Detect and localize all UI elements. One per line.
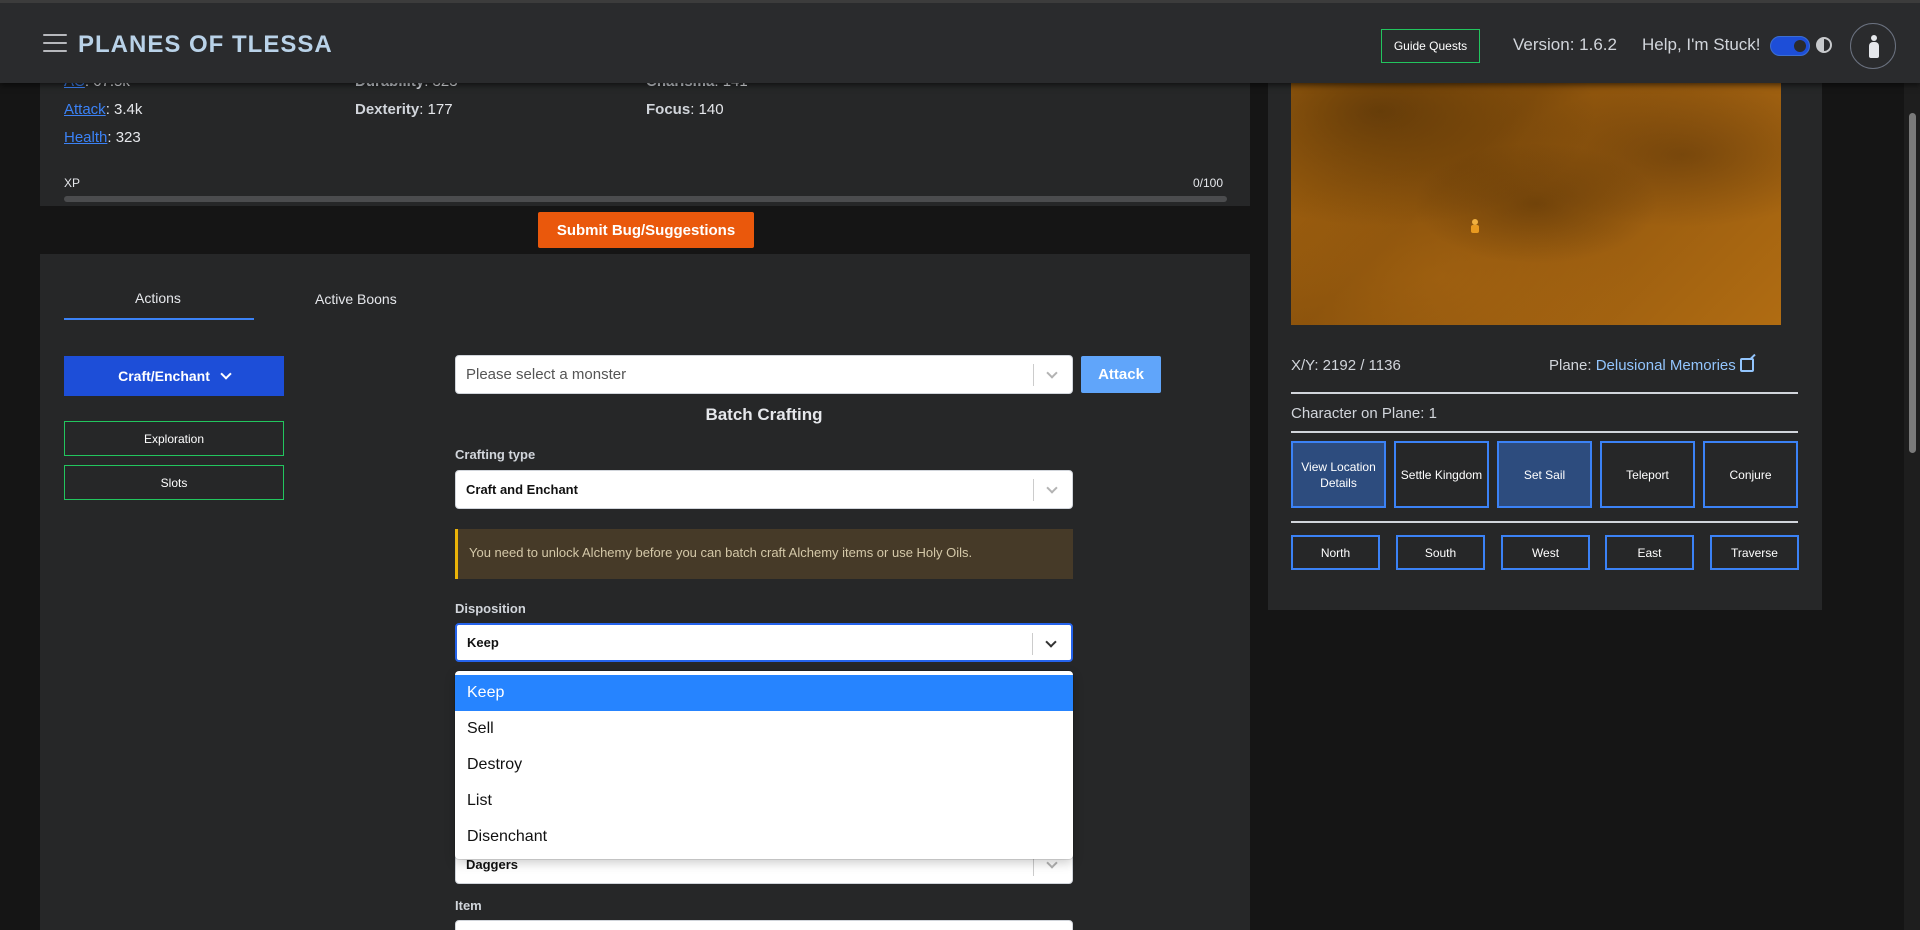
item-label: Item <box>455 898 482 913</box>
attack-link[interactable]: Attack <box>64 101 106 118</box>
west-button[interactable]: West <box>1501 535 1590 570</box>
item-select[interactable] <box>455 920 1073 930</box>
dark-mode-toggle[interactable] <box>1770 36 1810 56</box>
chevron-down-icon <box>1045 636 1057 648</box>
xp-progress-bar <box>64 196 1227 202</box>
conjure-button[interactable]: Conjure <box>1703 441 1798 508</box>
person-icon <box>1871 35 1877 41</box>
brand-title[interactable]: PLANES OF TLESSA <box>78 31 333 59</box>
plane-name-link[interactable]: Delusional Memories <box>1596 357 1736 374</box>
stat-attack: Attack: 3.4k <box>64 101 142 118</box>
select-separator <box>1032 633 1033 655</box>
east-button[interactable]: East <box>1605 535 1694 570</box>
top-navbar: PLANES OF TLESSA Guide Quests Version: 1… <box>0 0 1920 83</box>
south-button[interactable]: South <box>1396 535 1485 570</box>
menu-icon[interactable] <box>43 34 67 52</box>
disposition-option-destroy[interactable]: Destroy <box>455 747 1073 783</box>
attack-button[interactable]: Attack <box>1081 356 1161 393</box>
submit-bug-button[interactable]: Submit Bug/Suggestions <box>538 212 754 248</box>
monster-select[interactable]: Please select a monster <box>455 355 1073 394</box>
toggle-knob <box>1794 40 1806 52</box>
health-value: : 323 <box>107 129 141 146</box>
exploration-button[interactable]: Exploration <box>64 421 284 456</box>
divider <box>1291 521 1798 523</box>
divider <box>1291 392 1798 394</box>
crafting-type-value: Craft and Enchant <box>466 482 578 497</box>
disposition-option-list[interactable]: List <box>455 783 1073 819</box>
user-avatar-button[interactable] <box>1850 23 1896 69</box>
person-icon-body <box>1869 42 1879 58</box>
north-button[interactable]: North <box>1291 535 1380 570</box>
tab-actions[interactable]: Actions <box>135 290 181 306</box>
character-marker-icon <box>1471 219 1479 233</box>
stat-focus: Focus: 140 <box>646 101 724 118</box>
teleport-button[interactable]: Teleport <box>1600 441 1695 508</box>
chevron-down-icon <box>220 368 232 380</box>
health-link[interactable]: Health <box>64 129 107 146</box>
guide-quests-button[interactable]: Guide Quests <box>1381 29 1480 63</box>
slots-button[interactable]: Slots <box>64 465 284 500</box>
map-coordinates: X/Y: 2192 / 1136 <box>1291 357 1401 374</box>
crafting-type-label: Crafting type <box>455 447 536 462</box>
game-map[interactable] <box>1291 82 1781 325</box>
xp-label: XP <box>64 176 81 190</box>
view-location-details-button[interactable]: View Location Details <box>1291 441 1386 508</box>
external-link-icon[interactable] <box>1739 358 1754 372</box>
item-type-value: Daggers <box>466 857 519 872</box>
scrollbar-thumb[interactable] <box>1909 113 1916 453</box>
disposition-option-keep[interactable]: Keep <box>455 675 1073 711</box>
page-scrollbar[interactable] <box>1904 83 1920 930</box>
version-link[interactable]: Version: 1.6.2 <box>1513 35 1617 55</box>
monster-select-placeholder: Please select a monster <box>466 366 627 383</box>
attack-value: : 3.4k <box>105 101 143 118</box>
help-stuck-link[interactable]: Help, I'm Stuck! <box>1642 35 1761 55</box>
stat-health: Health: 323 <box>64 129 141 146</box>
characters-on-plane: Character on Plane: 1 <box>1291 405 1437 422</box>
select-separator <box>1033 479 1034 501</box>
craft-enchant-dropdown-button[interactable]: Craft/Enchant <box>64 356 284 396</box>
stat-dexterity: Dexterity: 177 <box>355 101 453 118</box>
settle-kingdom-button[interactable]: Settle Kingdom <box>1394 441 1489 508</box>
chevron-down-icon <box>1046 367 1058 379</box>
crafting-type-select[interactable]: Craft and Enchant <box>455 470 1073 509</box>
disposition-dropdown-menu: Keep Sell Destroy List Disenchant <box>455 671 1073 859</box>
chevron-down-icon <box>1046 482 1058 494</box>
alchemy-warning: You need to unlock Alchemy before you ca… <box>455 529 1073 579</box>
disposition-value: Keep <box>467 635 499 650</box>
disposition-option-sell[interactable]: Sell <box>455 711 1073 747</box>
active-tab-indicator <box>64 318 254 320</box>
disposition-select[interactable]: Keep <box>455 623 1073 662</box>
chevron-down-icon <box>1046 857 1058 869</box>
focus-label: Focus <box>646 101 691 118</box>
plane-info: Plane: Delusional Memories <box>1549 357 1754 374</box>
disposition-label: Disposition <box>455 601 526 616</box>
contrast-icon <box>1816 37 1832 53</box>
tab-active-boons[interactable]: Active Boons <box>315 291 397 307</box>
batch-crafting-title: Batch Crafting <box>705 405 823 424</box>
disposition-option-disenchant[interactable]: Disenchant <box>455 819 1073 855</box>
set-sail-button[interactable]: Set Sail <box>1497 441 1592 508</box>
craft-enchant-label: Craft/Enchant <box>118 368 210 384</box>
marker-body <box>1471 225 1479 233</box>
focus-value: : 140 <box>690 101 724 118</box>
dexterity-label: Dexterity <box>355 101 420 118</box>
divider <box>1291 431 1798 433</box>
select-separator <box>1033 364 1034 386</box>
xp-value: 0/100 <box>1193 176 1224 190</box>
plane-label: Plane: <box>1549 357 1596 374</box>
traverse-button[interactable]: Traverse <box>1710 535 1799 570</box>
dexterity-value: : 177 <box>419 101 453 118</box>
